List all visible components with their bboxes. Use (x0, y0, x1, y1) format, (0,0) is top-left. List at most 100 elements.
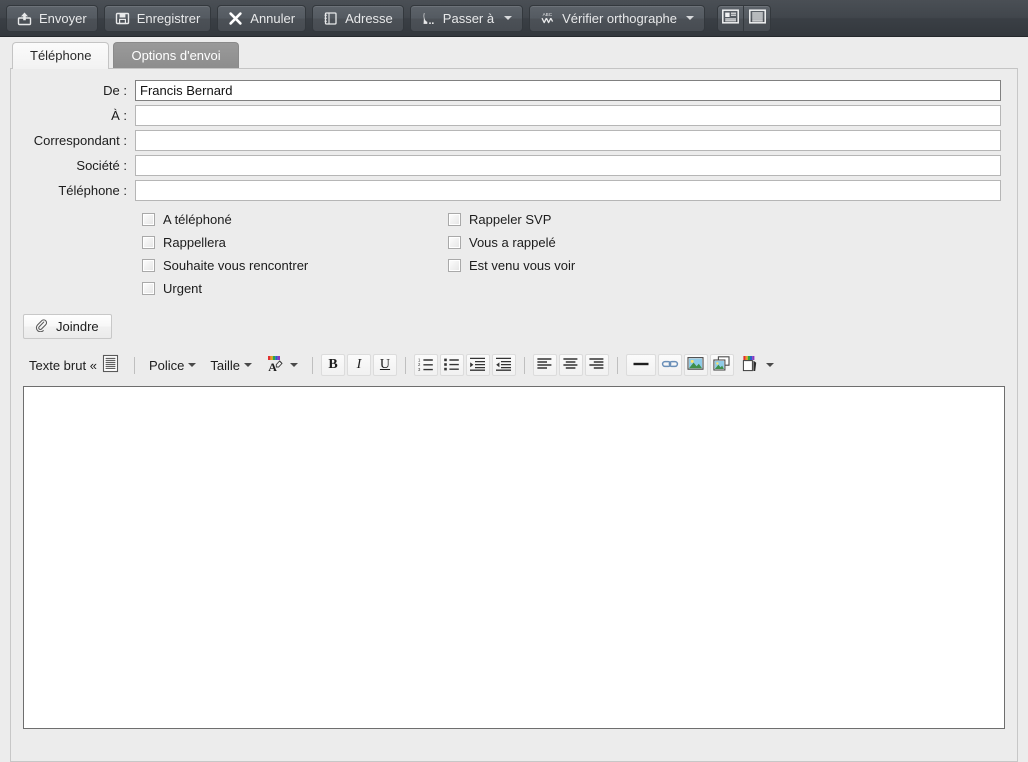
view-layout-group (717, 4, 772, 32)
company-field[interactable] (135, 154, 1001, 176)
message-header-form: De : À : Correspondant : Société : Télép… (11, 69, 1017, 201)
reading-pane-right-icon (722, 9, 739, 27)
cancel-button[interactable]: Annuler (217, 4, 307, 32)
italic-button[interactable]: I (346, 354, 371, 376)
reading-pane-off-icon (748, 9, 766, 27)
checkbox-vous-a-rappele-label: Vous a rappelé (469, 235, 556, 250)
label-telephone: Téléphone : (58, 182, 127, 198)
toolbar-separator (311, 356, 313, 374)
checkbox-box-icon[interactable] (142, 282, 155, 295)
attach-button-label: Joindre (56, 319, 99, 334)
insert-link-button[interactable] (657, 354, 682, 376)
save-button[interactable]: Enregistrer (103, 4, 212, 32)
attach-button[interactable]: Joindre (23, 314, 112, 339)
checkbox-box-icon[interactable] (142, 213, 155, 226)
send-button[interactable]: Envoyer (6, 4, 98, 32)
insert-image-copy-button[interactable] (709, 354, 734, 376)
checkbox-rappellera-label: Rappellera (163, 235, 226, 250)
application-toolbar: Envoyer Enregistrer Annuler Adresse Pass… (0, 0, 1028, 37)
checkbox-rappellera[interactable]: Rappellera (142, 231, 448, 254)
checkbox-box-icon[interactable] (142, 236, 155, 249)
attachment-row: Joindre (11, 300, 1017, 339)
insert-image-button[interactable] (683, 354, 708, 376)
form-row-telephone: Téléphone : (11, 179, 1001, 201)
tab-strip: Téléphone Options d'envoi (0, 37, 1028, 69)
form-row-de: De : (11, 79, 1001, 101)
numbered-list-button[interactable]: 1 2 3 (413, 354, 438, 376)
align-center-icon (562, 357, 579, 374)
bold-button[interactable]: B (320, 354, 345, 376)
floppy-save-icon (115, 11, 130, 26)
message-body-editor[interactable] (23, 386, 1005, 729)
from-field[interactable] (135, 79, 1001, 101)
address-book-button-label: Adresse (345, 10, 393, 26)
address-book-button[interactable]: Adresse (312, 4, 404, 32)
main-panel: De : À : Correspondant : Société : Télép… (10, 68, 1018, 762)
bulleted-list-icon (443, 356, 460, 375)
checkbox-urgent[interactable]: Urgent (142, 277, 448, 300)
cancel-button-label: Annuler (250, 10, 296, 26)
reading-pane-off-button[interactable] (744, 4, 772, 32)
format-mode-label: Texte brut « (29, 357, 97, 373)
document-lines-icon (101, 354, 120, 376)
checkbox-vous-a-rappele[interactable]: Vous a rappelé (448, 231, 575, 254)
checkbox-box-icon[interactable] (448, 259, 461, 272)
checkbox-rappeler-svp-label: Rappeler SVP (469, 212, 552, 227)
align-center-button[interactable] (558, 354, 583, 376)
chevron-down-icon[interactable] (188, 363, 197, 367)
checkbox-est-venu-vous-voir[interactable]: Est venu vous voir (448, 254, 575, 277)
form-row-correspondant: Correspondant : (11, 129, 1001, 151)
caller-field[interactable] (135, 129, 1001, 151)
reading-pane-right-button[interactable] (717, 4, 745, 32)
font-size-selector[interactable]: Taille (204, 354, 258, 376)
chevron-down-icon[interactable] (504, 16, 513, 20)
align-right-button[interactable] (584, 354, 609, 376)
horizontal-rule-button[interactable] (625, 354, 656, 376)
tab-telephone-label: Téléphone (30, 48, 92, 63)
form-row-a: À : (11, 104, 1001, 126)
bold-glyph: B (328, 357, 338, 372)
highlight-color-selector[interactable] (736, 354, 780, 376)
label-correspondant: Correspondant : (33, 132, 127, 148)
checkbox-box-icon[interactable] (448, 236, 461, 249)
underline-glyph: U (379, 357, 391, 372)
tab-telephone[interactable]: Téléphone (12, 42, 110, 69)
font-color-selector[interactable]: A (260, 354, 304, 376)
align-left-button[interactable] (532, 354, 557, 376)
chevron-down-icon[interactable] (765, 363, 774, 367)
indent-increase-button[interactable] (465, 354, 490, 376)
chevron-down-icon[interactable] (243, 363, 252, 367)
chevron-down-icon[interactable] (686, 16, 695, 20)
image-copy-icon (713, 356, 731, 374)
tab-options-envoi-label: Options d'envoi (131, 48, 221, 63)
indent-increase-icon (469, 356, 486, 375)
bulleted-list-button[interactable] (439, 354, 464, 376)
checkbox-souhaite-vous-rencontrer[interactable]: Souhaite vous rencontrer (142, 254, 448, 277)
indent-decrease-button[interactable] (491, 354, 516, 376)
font-color-a-icon: A (266, 354, 286, 377)
save-button-label: Enregistrer (136, 10, 201, 26)
to-field[interactable] (135, 104, 1001, 126)
underline-button[interactable]: U (372, 354, 397, 376)
spellcheck-button-label: Vérifier orthographe (562, 10, 678, 26)
highlight-color-icon (742, 354, 762, 377)
message-body-input[interactable] (24, 387, 1004, 728)
font-family-selector[interactable]: Police (143, 354, 202, 376)
tab-options-envoi[interactable]: Options d'envoi (113, 42, 239, 68)
checkbox-a-telephone[interactable]: A téléphoné (142, 208, 448, 231)
chevron-down-icon[interactable] (289, 363, 298, 367)
checkbox-rappeler-svp[interactable]: Rappeler SVP (448, 208, 575, 231)
toolbar-separator (523, 356, 525, 374)
phone-field[interactable] (135, 179, 1001, 201)
checkbox-box-icon[interactable] (448, 213, 461, 226)
numbered-list-icon: 1 2 3 (417, 356, 434, 375)
checkbox-a-telephone-label: A téléphoné (163, 212, 232, 227)
spellcheck-button[interactable]: ABC Vérifier orthographe (529, 4, 706, 32)
checkbox-box-icon[interactable] (142, 259, 155, 272)
image-icon (687, 356, 705, 374)
send-button-label: Envoyer (39, 10, 87, 26)
move-to-button[interactable]: Passer à (409, 4, 524, 32)
italic-glyph: I (356, 357, 362, 372)
label-de: De : (103, 82, 127, 98)
format-mode-selector[interactable]: Texte brut « (23, 354, 126, 376)
